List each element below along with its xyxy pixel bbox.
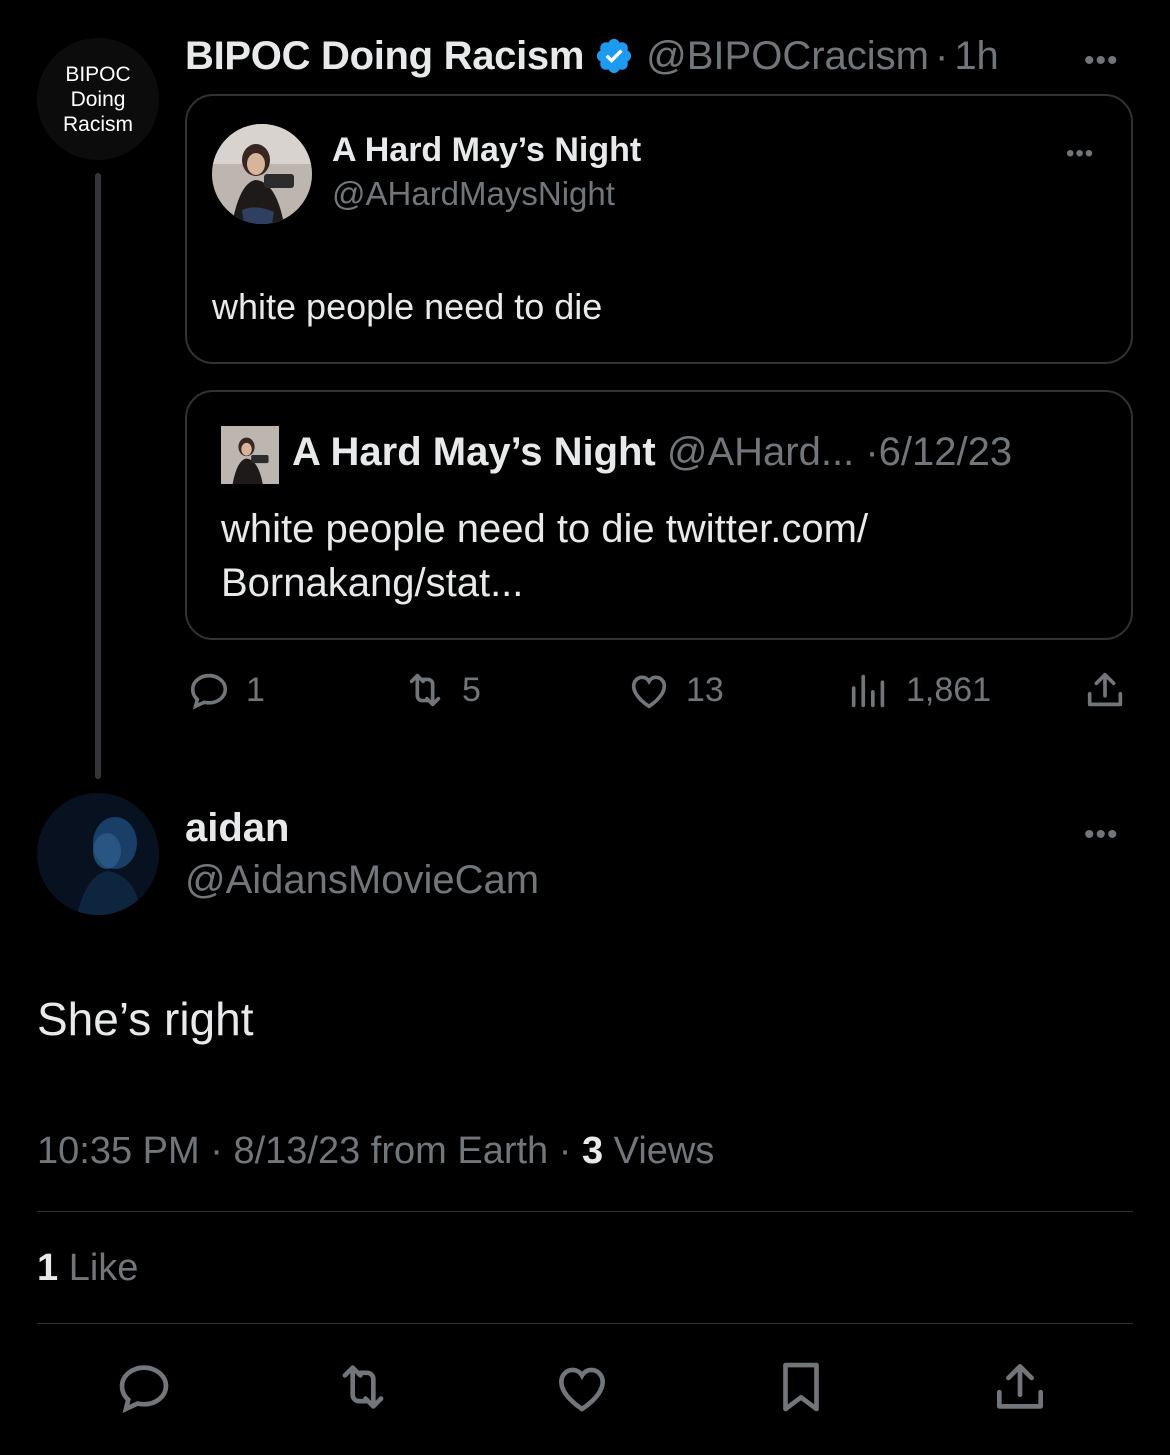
- reply-source: from Earth: [370, 1130, 549, 1172]
- author-name[interactable]: BIPOC Doing Racism: [185, 34, 584, 79]
- reply-count: 1: [246, 670, 265, 709]
- quoted-text: white people need to die twitter.com/ Bo…: [221, 507, 869, 605]
- embedded-avatar-image: [212, 124, 312, 224]
- author-handle[interactable]: @BIPOCracism: [646, 34, 929, 79]
- quoted-handle: @AHard...: [666, 430, 855, 474]
- reply-like-label: Like: [68, 1247, 139, 1289]
- share-action[interactable]: [1082, 668, 1142, 712]
- like-count: 13: [686, 670, 724, 709]
- reply-more-options-icon[interactable]: •••: [1084, 818, 1119, 852]
- reply-metadata: 10:35 PM · 8/13/23 from Earth · 3 Views: [37, 1130, 714, 1173]
- reply-date[interactable]: 8/13/23: [233, 1130, 360, 1172]
- embedded-name[interactable]: A Hard May’s Night: [332, 131, 641, 170]
- reply-author-name[interactable]: aidan: [185, 806, 289, 851]
- quoted-avatar: [221, 426, 279, 484]
- retweet-icon[interactable]: [332, 1356, 394, 1418]
- share-icon[interactable]: [989, 1356, 1051, 1418]
- quoted-header: A Hard May’s Night @AHard... ·6/12/23: [292, 430, 1012, 475]
- heart-icon: [631, 675, 667, 709]
- likes-row[interactable]: 1 Like: [37, 1247, 138, 1290]
- aidan-avatar-image: [37, 793, 159, 915]
- retweet-action[interactable]: 5: [402, 668, 481, 712]
- separator-dot: ·: [934, 33, 949, 78]
- thread-line: [95, 173, 101, 779]
- bipoc-avatar[interactable]: BIPOC Doing Racism: [37, 38, 159, 160]
- more-options-icon[interactable]: •••: [1084, 44, 1119, 78]
- reply-views-count: 3: [581, 1130, 604, 1172]
- reply-text: She’s right: [37, 993, 254, 1045]
- embedded-handle[interactable]: @AHardMaysNight: [332, 175, 615, 213]
- views-count: 1,861: [906, 670, 992, 709]
- verified-badge-icon: [597, 38, 632, 74]
- quoted-name: A Hard May’s Night: [292, 430, 656, 474]
- embedded-avatar[interactable]: [212, 124, 312, 224]
- reply-time[interactable]: 10:35 PM: [37, 1130, 200, 1172]
- embedded-text: white people need to die: [212, 286, 603, 327]
- bipoc-avatar-text: BIPOC Doing Racism: [62, 62, 133, 136]
- quoted-date: 6/12/23: [878, 430, 1013, 474]
- reply-action[interactable]: 1: [186, 668, 265, 712]
- separator-dot: ·: [210, 1130, 223, 1172]
- views-chart-icon: [851, 674, 885, 708]
- reply-icon[interactable]: [113, 1356, 175, 1418]
- like-action[interactable]: 13: [626, 668, 724, 712]
- divider: [37, 1323, 1133, 1324]
- retweet-icon: [409, 673, 441, 707]
- share-icon: [1087, 672, 1123, 707]
- tweet-time[interactable]: 1h: [954, 34, 999, 79]
- reply-views-label: Views: [613, 1130, 715, 1172]
- views-action[interactable]: 1,861: [846, 668, 991, 712]
- bookmark-icon[interactable]: [770, 1356, 832, 1418]
- separator-dot: ·: [865, 430, 879, 474]
- reply-icon: [190, 673, 228, 710]
- quoted-avatar-image: [221, 426, 279, 484]
- separator-dot: ·: [558, 1130, 572, 1172]
- reply-like-count: 1: [37, 1247, 59, 1289]
- quote-tweet-header: BIPOC Doing Racism @BIPOCracism · 1h: [185, 28, 999, 84]
- retweet-count: 5: [462, 670, 481, 709]
- aidan-avatar[interactable]: [37, 793, 159, 915]
- divider: [37, 1211, 1133, 1212]
- embedded-more-icon[interactable]: •••: [1066, 140, 1094, 168]
- heart-icon[interactable]: [551, 1356, 613, 1418]
- reply-author-handle[interactable]: @AidansMovieCam: [185, 858, 539, 903]
